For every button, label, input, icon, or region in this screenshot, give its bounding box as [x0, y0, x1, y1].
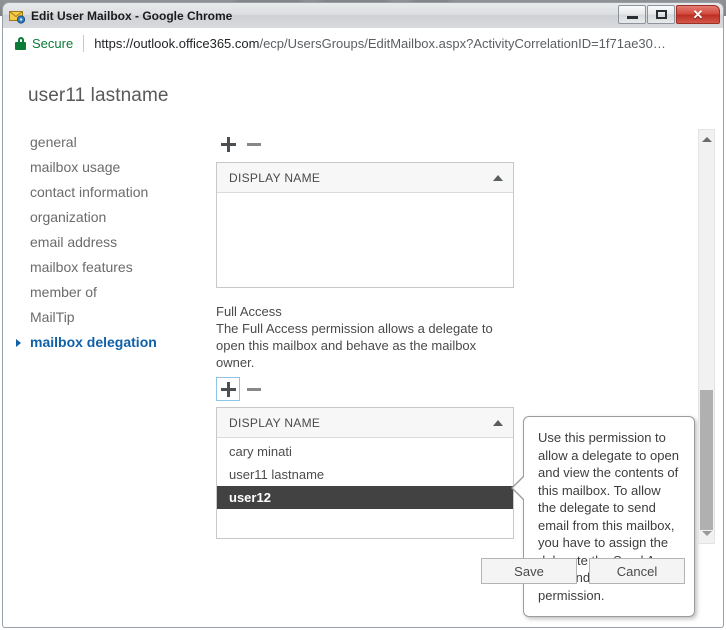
full-access-label: Full Access — [216, 304, 282, 319]
remove-full-access-button[interactable] — [242, 377, 266, 401]
lock-icon — [15, 36, 26, 50]
mail-envelope-icon — [9, 8, 26, 24]
table-row[interactable]: user11 lastname — [217, 463, 513, 486]
sidebar-item-mailbox-delegation[interactable]: mailbox delegation — [13, 330, 203, 355]
column-header-label: DISPLAY NAME — [229, 170, 321, 185]
sidebar-item-label: MailTip — [30, 309, 75, 325]
grid-header-display-name[interactable]: DISPLAY NAME — [217, 163, 513, 193]
sidebar-item-organization[interactable]: organization — [13, 205, 203, 230]
scroll-up-button[interactable] — [699, 132, 714, 147]
url-host: https://outlook.office365.com — [94, 35, 260, 51]
omnibox-divider — [83, 34, 85, 52]
window-controls: ✕ — [618, 5, 720, 24]
sidebar-item-label: mailbox usage — [30, 159, 121, 175]
minimize-icon — [626, 16, 638, 19]
dialog-footer: Save Cancel — [481, 558, 685, 584]
chevron-right-icon — [16, 339, 21, 347]
sidebar-item-label: mailbox features — [30, 259, 133, 275]
window-title: Edit User Mailbox - Google Chrome — [31, 8, 233, 23]
sidebar-item-label: contact information — [30, 184, 149, 200]
sort-ascending-icon — [493, 419, 503, 426]
plus-icon — [220, 381, 236, 397]
sidebar-item-contact-information[interactable]: contact information — [13, 180, 203, 205]
minus-icon — [247, 142, 261, 146]
table-row[interactable]: cary minati — [217, 440, 513, 463]
minimize-button[interactable] — [618, 5, 646, 24]
save-button[interactable]: Save — [481, 558, 577, 584]
address-bar-url[interactable]: https://outlook.office365.com/ecp/UsersG… — [94, 36, 666, 51]
maximize-icon — [655, 10, 667, 19]
grid-body-empty[interactable] — [217, 193, 513, 287]
sidebar-item-label: email address — [30, 234, 118, 250]
column-header-label: DISPLAY NAME — [229, 415, 321, 430]
sidebar-item-email-address[interactable]: email address — [13, 230, 203, 255]
scroll-down-button[interactable] — [699, 526, 714, 541]
close-icon: ✕ — [692, 7, 704, 22]
security-status-label: Secure — [32, 35, 74, 51]
send-as-toolbar — [216, 130, 686, 158]
chevron-up-icon — [701, 137, 712, 142]
minus-icon — [247, 387, 261, 391]
scrollbar-thumb[interactable] — [700, 390, 713, 530]
remove-button[interactable] — [242, 132, 266, 156]
full-access-grid: DISPLAY NAME cary minati user11 lastname… — [216, 407, 514, 539]
omnibox[interactable]: Secure https://outlook.office365.com/ecp… — [3, 34, 723, 52]
sidebar-item-label: organization — [30, 209, 107, 225]
permission-tooltip: Use this permission to allow a delegate … — [511, 416, 695, 617]
close-button[interactable]: ✕ — [676, 5, 720, 24]
plus-icon — [220, 136, 236, 152]
add-full-access-button[interactable] — [216, 377, 240, 401]
page-title: user11 lastname — [28, 85, 169, 106]
chevron-down-icon — [701, 531, 712, 536]
full-access-toolbar — [216, 375, 686, 403]
send-as-grid: DISPLAY NAME — [216, 162, 514, 288]
maximize-button[interactable] — [647, 5, 675, 24]
vertical-scrollbar[interactable] — [698, 129, 715, 544]
table-row[interactable]: user12 — [217, 486, 513, 509]
page-content: user11 lastname general mailbox usage co… — [2, 58, 724, 628]
cancel-button[interactable]: Cancel — [589, 558, 685, 584]
title-bar[interactable]: Edit User Mailbox - Google Chrome ✕ — [2, 2, 724, 28]
sort-ascending-icon — [493, 174, 503, 181]
browser-toolbar: Secure https://outlook.office365.com/ecp… — [2, 28, 724, 58]
full-access-grid-body: cary minati user11 lastname user12 — [217, 438, 513, 538]
sidebar-item-label: member of — [30, 284, 97, 300]
sidebar-item-mailtip[interactable]: MailTip — [13, 305, 203, 330]
url-path: /ecp/UsersGroups/EditMailbox.aspx?Activi… — [259, 35, 666, 51]
sidebar-item-general[interactable]: general — [13, 130, 203, 155]
full-access-description: The Full Access permission allows a dele… — [216, 321, 493, 370]
sidebar-item-member-of[interactable]: member of — [13, 280, 203, 305]
sidebar-item-label: mailbox delegation — [30, 334, 157, 350]
sidebar-item-mailbox-features[interactable]: mailbox features — [13, 255, 203, 280]
tooltip-tail — [513, 475, 526, 501]
sidebar-item-label: general — [30, 134, 77, 150]
settings-nav: general mailbox usage contact informatio… — [13, 130, 203, 355]
browser-window: Edit User Mailbox - Google Chrome ✕ Secu… — [0, 0, 726, 630]
add-button[interactable] — [216, 132, 240, 156]
sidebar-item-mailbox-usage[interactable]: mailbox usage — [13, 155, 203, 180]
grid-header-display-name[interactable]: DISPLAY NAME — [217, 408, 513, 438]
